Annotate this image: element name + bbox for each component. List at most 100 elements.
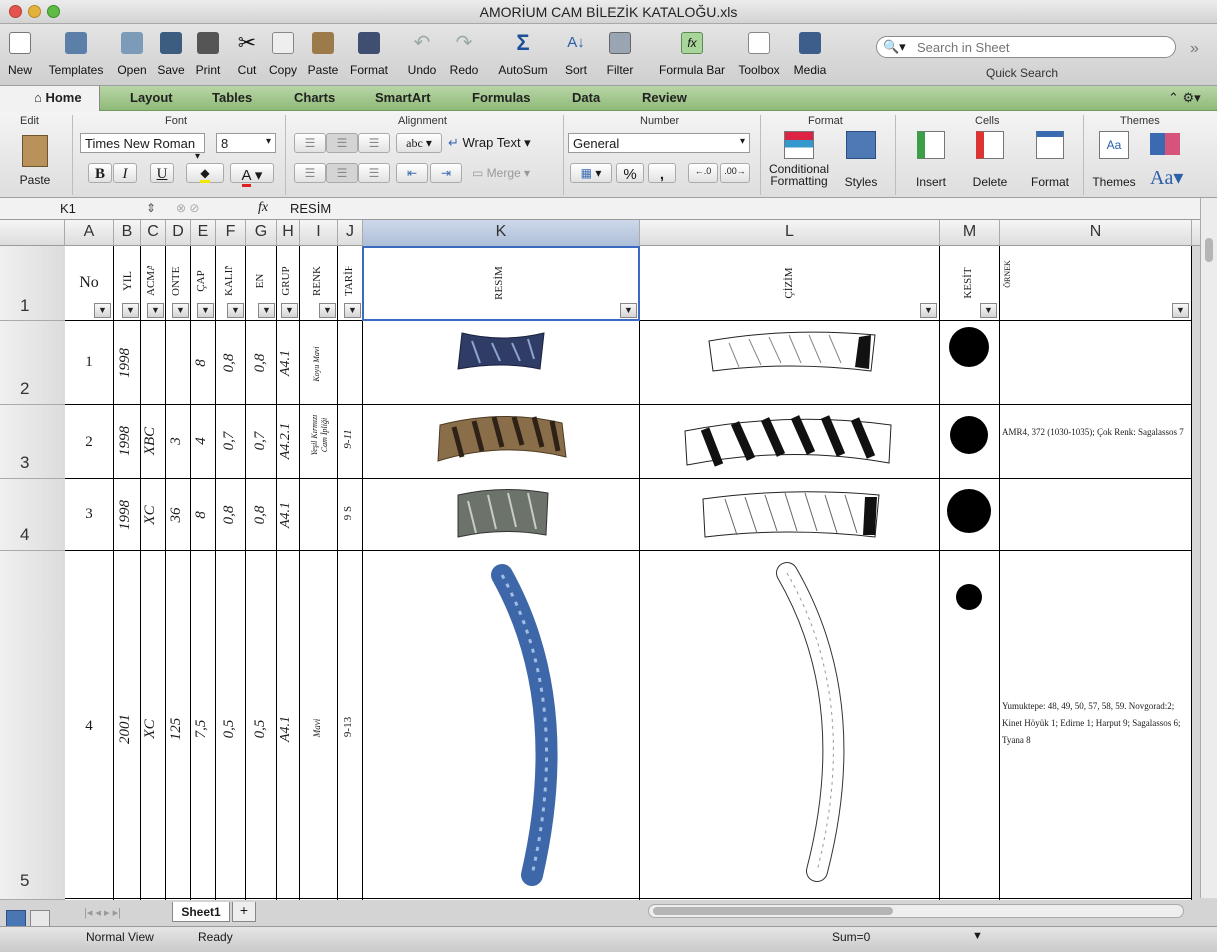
cell-c5[interactable]: XC	[142, 711, 160, 747]
save-button[interactable]: Save	[154, 30, 188, 84]
styles-button[interactable]: Styles	[838, 131, 884, 193]
sort-button[interactable]: A↓ Sort	[560, 30, 592, 84]
cell-f5[interactable]: 0,5	[221, 711, 239, 747]
themes-button[interactable]: Aa Themes	[1090, 131, 1138, 193]
decrease-decimal-button[interactable]: .00→	[720, 163, 750, 183]
cell-h2[interactable]: A4.1	[278, 345, 296, 381]
cut-button[interactable]: ✂ Cut	[232, 30, 262, 84]
header-resim[interactable]: RESİM	[493, 258, 507, 308]
column-header-b[interactable]: B	[114, 220, 141, 246]
filter-dropdown-k[interactable]: ▼	[620, 303, 637, 318]
cell-d3[interactable]: 3	[168, 423, 186, 459]
cell-c3[interactable]: XBC	[142, 423, 160, 459]
cell-e3[interactable]: 4	[193, 423, 211, 459]
header-tarih[interactable]: TARİH	[343, 266, 357, 296]
header-ornek[interactable]: ÖRNEK	[1003, 254, 1015, 294]
header-cap[interactable]: ÇAP	[195, 266, 209, 296]
column-header-c[interactable]: C	[141, 220, 166, 246]
merge-button[interactable]: ▭ Merge ▾	[472, 166, 530, 180]
delete-cells-button[interactable]: Delete	[962, 131, 1018, 193]
align-bottom-button[interactable]: ☰	[358, 133, 390, 153]
cell-f2[interactable]: 0,8	[221, 345, 239, 381]
horizontal-scrollbar[interactable]	[648, 904, 1184, 918]
worksheet-grid[interactable]: No YIL ACMA ONTEKS ÇAP KALINLIK EN GRUP …	[65, 246, 1192, 900]
cancel-icon[interactable]: ⊗ ⊘	[176, 201, 199, 215]
cell-h5[interactable]: A4.1	[278, 711, 296, 747]
cell-a4[interactable]: 3	[65, 506, 113, 523]
font-size-select[interactable]: 8 ▾	[216, 133, 276, 153]
column-header-a[interactable]: A	[65, 220, 114, 246]
cell-f3[interactable]: 0,7	[221, 423, 239, 459]
header-no[interactable]: No	[65, 274, 113, 292]
redo-button[interactable]: ↷ Redo	[444, 30, 484, 84]
percent-style-button[interactable]: %	[616, 163, 644, 183]
cell-b4[interactable]: 1998	[117, 497, 135, 533]
filter-dropdown-c[interactable]: ▼	[147, 303, 164, 318]
cell-b2[interactable]: 1998	[117, 345, 135, 381]
toolbox-button[interactable]: Toolbox	[734, 30, 784, 84]
copy-button[interactable]: Copy	[265, 30, 301, 84]
cell-d4[interactable]: 36	[168, 497, 186, 533]
cell-n3[interactable]: AMR4, 372 (1030-1035); Çok Renk: Sagalas…	[1002, 424, 1187, 440]
format-cells-button[interactable]: Format	[1022, 131, 1078, 193]
fill-color-button[interactable]: ◆	[186, 163, 224, 183]
filter-dropdown-h[interactable]: ▼	[281, 303, 298, 318]
paste-button[interactable]: Paste	[303, 30, 343, 84]
column-header-d[interactable]: D	[166, 220, 191, 246]
cell-a5[interactable]: 4	[65, 718, 113, 735]
cell-e5[interactable]: 7,5	[193, 711, 211, 747]
name-box-stepper-icon[interactable]: ⇕	[146, 201, 156, 215]
fx-icon[interactable]: fx	[258, 200, 268, 216]
sheet-navigation-icon[interactable]: |◂ ◂ ▸ ▸|	[84, 906, 121, 919]
tab-layout[interactable]: Layout	[130, 90, 173, 105]
add-sheet-button[interactable]: +	[232, 902, 256, 922]
header-grup[interactable]: GRUP	[280, 266, 294, 296]
wrap-text-button[interactable]: ↵ Wrap Text ▾	[448, 135, 531, 151]
media-button[interactable]: Media	[788, 30, 832, 84]
tab-home[interactable]: ⌂ Home	[34, 90, 82, 105]
filter-dropdown-i[interactable]: ▼	[319, 303, 336, 318]
header-cizim[interactable]: ÇİZİM	[783, 258, 797, 308]
filter-dropdown-d[interactable]: ▼	[172, 303, 189, 318]
search-field[interactable]: 🔍▾	[876, 36, 1176, 58]
filter-dropdown-a[interactable]: ▼	[94, 303, 111, 318]
cell-c4[interactable]: XC	[142, 497, 160, 533]
cell-a2[interactable]: 1	[65, 354, 113, 371]
header-kesit[interactable]: KESİT	[962, 258, 976, 308]
theme-colors-icon[interactable]	[1150, 133, 1180, 155]
cell-j4[interactable]: 9 S	[342, 495, 356, 531]
ribbon-collapse-icon[interactable]: ⌃ ⚙▾	[1168, 90, 1201, 106]
insert-cells-button[interactable]: Insert	[903, 131, 959, 193]
search-input[interactable]	[917, 38, 1167, 56]
number-format-select[interactable]: General ▾	[568, 133, 750, 153]
column-header-f[interactable]: F	[216, 220, 246, 246]
cell-e4[interactable]: 8	[193, 497, 211, 533]
cell-b5[interactable]: 2001	[117, 711, 135, 747]
status-menu-chevron-icon[interactable]: ▼	[972, 930, 983, 942]
cell-f4[interactable]: 0,8	[221, 497, 239, 533]
align-top-button[interactable]: ☰	[294, 133, 326, 153]
theme-fonts-button[interactable]: Aa▾	[1150, 165, 1183, 190]
cell-b3[interactable]: 1998	[117, 423, 135, 459]
cell-h3[interactable]: A4.2.1	[278, 419, 296, 463]
comma-style-button[interactable]: ,	[648, 163, 676, 183]
filter-dropdown-m[interactable]: ▼	[980, 303, 997, 318]
paste-ribbon-button[interactable]: Paste	[12, 133, 58, 195]
cell-d5[interactable]: 125	[168, 711, 186, 747]
cell-g3[interactable]: 0,7	[252, 423, 270, 459]
cell-e2[interactable]: 8	[193, 345, 211, 381]
conditional-formatting-button[interactable]: Conditional Formatting	[764, 131, 834, 193]
cell-i2[interactable]: Koyu Mavi	[312, 339, 324, 389]
status-sum[interactable]: Sum=0	[832, 930, 870, 944]
filter-dropdown-f[interactable]: ▼	[227, 303, 244, 318]
column-header-e[interactable]: E	[191, 220, 216, 246]
accounting-format-button[interactable]: ▦ ▾	[570, 163, 612, 183]
row-header-5[interactable]: 5	[0, 551, 65, 900]
formula-bar-button[interactable]: fx Formula Bar	[652, 30, 732, 84]
name-box[interactable]: K1	[60, 201, 76, 216]
cell-j5[interactable]: 9-13	[342, 709, 356, 745]
filter-dropdown-b[interactable]: ▼	[122, 303, 139, 318]
cell-n5[interactable]: Yumuktepe: 48, 49, 50, 57, 58, 59. Novgo…	[1002, 698, 1190, 749]
open-button[interactable]: Open	[114, 30, 150, 84]
cell-g2[interactable]: 0,8	[252, 345, 270, 381]
